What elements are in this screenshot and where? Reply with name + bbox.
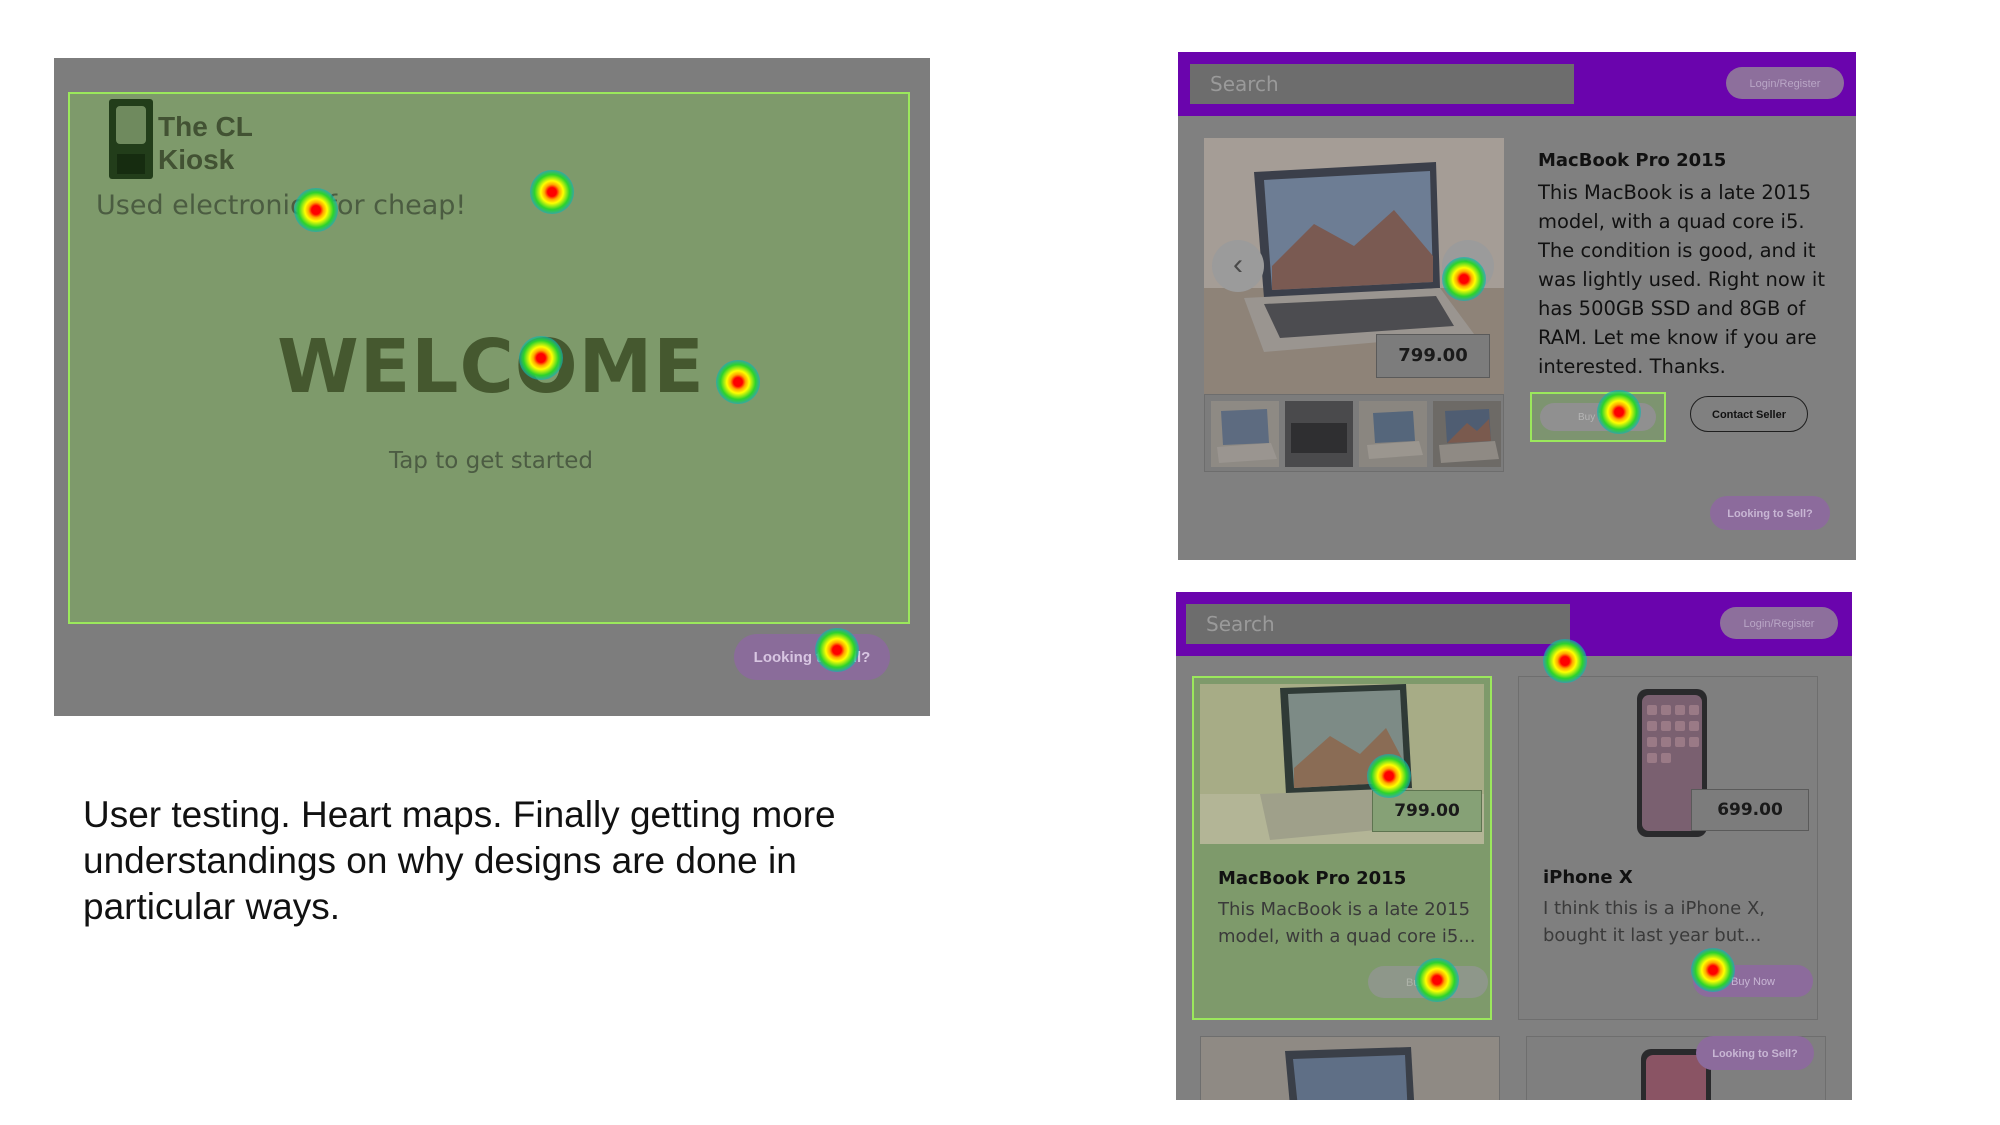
login-register-button[interactable]: Login/Register [1726, 67, 1844, 99]
search-input[interactable]: Search [1186, 604, 1570, 644]
looking-to-sell-button[interactable]: Looking to Sell? [734, 634, 890, 680]
thumbnail-strip [1204, 394, 1504, 472]
price-tag: 799.00 [1372, 790, 1482, 832]
product-title: iPhone X [1543, 867, 1633, 888]
product-description: I think this is a iPhone X, bought it la… [1543, 898, 1766, 946]
buy-now-button[interactable]: Buy Now [1693, 965, 1813, 997]
product-image-carousel[interactable]: ‹ › 799.00 [1204, 138, 1504, 394]
logo-title: The CL Kiosk [158, 111, 253, 175]
thumbnail[interactable] [1211, 401, 1279, 467]
tagline: Used electronics for cheap! [96, 190, 467, 221]
welcome-heading: WELCOME [277, 324, 705, 410]
product-description: This MacBook is a late 2015 model, with … [1538, 181, 1825, 378]
welcome-tap-area[interactable]: The CL Kiosk Used electronics for cheap!… [68, 92, 910, 624]
buy-now-button[interactable]: Buy Now [1368, 966, 1488, 998]
looking-to-sell-button[interactable]: Looking to Sell? [1696, 1036, 1814, 1070]
buy-now-button[interactable]: Buy Now [1540, 403, 1656, 431]
buy-now-highlight: Buy Now [1530, 392, 1666, 442]
product-detail-mockup: Search Login/Register ‹ › 799.00 MacBook… [1178, 52, 1856, 560]
product-title: MacBook Pro 2015 [1218, 868, 1407, 889]
product-card[interactable] [1200, 1036, 1500, 1100]
thumbnail[interactable] [1285, 401, 1353, 467]
thumbnail[interactable] [1433, 401, 1501, 467]
welcome-screen-mockup: The CL Kiosk Used electronics for cheap!… [54, 58, 930, 716]
contact-seller-button[interactable]: Contact Seller [1690, 396, 1808, 432]
product-title: MacBook Pro 2015 [1538, 150, 1727, 171]
product-listing-mockup: Search Login/Register 799.00 MacBook Pro… [1176, 592, 1852, 1100]
search-input[interactable]: Search [1190, 64, 1574, 104]
product-image [1201, 1037, 1499, 1100]
app-header: Search Login/Register [1178, 52, 1856, 116]
looking-to-sell-button[interactable]: Looking to Sell? [1710, 496, 1830, 530]
login-register-button[interactable]: Login/Register [1720, 607, 1838, 639]
tap-to-start-text: Tap to get started [388, 448, 594, 474]
product-card[interactable]: 699.00 iPhone X I think this is a iPhone… [1518, 676, 1818, 1020]
product-card[interactable]: 799.00 MacBook Pro 2015 This MacBook is … [1192, 676, 1492, 1020]
product-description: This MacBook is a late 2015 model, with … [1218, 899, 1476, 947]
app-header: Search Login/Register [1176, 592, 1852, 656]
thumbnail[interactable] [1359, 401, 1427, 467]
chevron-right-icon[interactable]: › [1442, 240, 1494, 292]
price-tag: 699.00 [1691, 789, 1809, 831]
caption-text: User testing. Heart maps. Finally gettin… [83, 794, 836, 927]
phone-icon [109, 99, 153, 179]
price-tag: 799.00 [1376, 334, 1490, 378]
chevron-left-icon[interactable]: ‹ [1212, 240, 1264, 292]
